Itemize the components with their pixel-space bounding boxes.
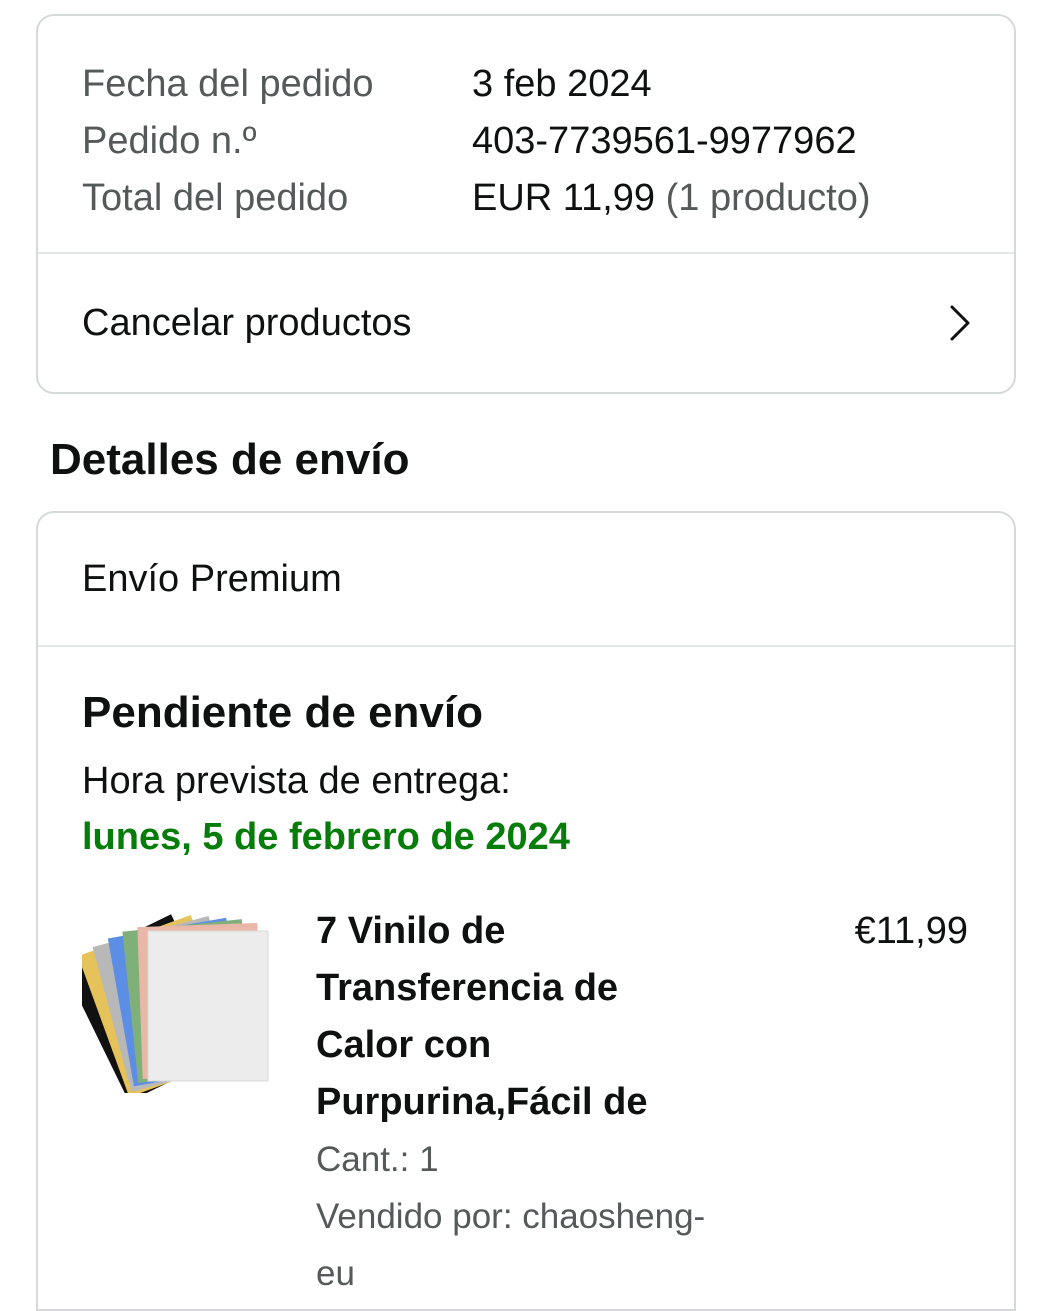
delivery-estimate-label: Hora prevista de entrega: — [82, 760, 511, 802]
order-total-row: Total del pedido EUR 11,99 (1 producto) — [82, 170, 970, 227]
product-title-line: Calor con — [316, 1024, 492, 1066]
order-date-label: Fecha del pedido — [82, 63, 374, 105]
chevron-right-icon — [950, 305, 970, 341]
delivery-estimate-date: lunes, 5 de febrero de 2024 — [82, 816, 570, 858]
order-number-row: Pedido n.º 403-7739561-9977962 — [82, 113, 970, 170]
product-info: 7 Vinilo de Transferencia de Calor con P… — [316, 903, 736, 1302]
order-total-amount: EUR 11,99 — [472, 177, 656, 219]
product-title-line: Transferencia de — [316, 967, 619, 1009]
cancel-products-button[interactable]: Cancelar productos — [38, 254, 1014, 392]
product-title-line: Purpurina,Fácil de — [316, 1081, 648, 1123]
shipment-status: Pendiente de envío — [82, 688, 483, 737]
order-summary-card: Fecha del pedido 3 feb 2024 Pedido n.º 4… — [36, 14, 1016, 394]
order-total-value: EUR 11,99 (1 producto) — [472, 170, 871, 227]
order-summary: Fecha del pedido 3 feb 2024 Pedido n.º 4… — [38, 16, 1014, 254]
glitter-vinyl-sheets-icon — [82, 914, 269, 1093]
product-quantity: Cant.: 1 — [316, 1140, 439, 1179]
product-title-link[interactable]: 7 Vinilo de Transferencia de Calor con P… — [316, 903, 736, 1131]
order-date-row: Fecha del pedido 3 feb 2024 — [82, 56, 970, 113]
product-seller: Vendido por: chaosheng-eu — [316, 1197, 706, 1293]
cancel-products-label: Cancelar productos — [82, 301, 412, 344]
order-date-value: 3 feb 2024 — [472, 63, 652, 105]
shipping-card: Envío Premium Pendiente de envío Hora pr… — [36, 511, 1016, 1311]
order-total-label: Total del pedido — [82, 177, 349, 219]
shipping-method: Envío Premium — [38, 513, 1014, 647]
product-item: 7 Vinilo de Transferencia de Calor con P… — [82, 903, 970, 1293]
order-total-item-count: (1 producto) — [665, 177, 871, 219]
product-price: €11,99 — [854, 910, 968, 952]
shipping-details-title: Detalles de envío — [50, 435, 410, 484]
shipment-details: Pendiente de envío Hora prevista de entr… — [38, 647, 1014, 1293]
product-title-line: 7 Vinilo de — [316, 910, 506, 952]
product-image[interactable] — [82, 903, 272, 1093]
order-number-label: Pedido n.º — [82, 120, 257, 162]
order-number-value: 403-7739561-9977962 — [472, 120, 857, 162]
